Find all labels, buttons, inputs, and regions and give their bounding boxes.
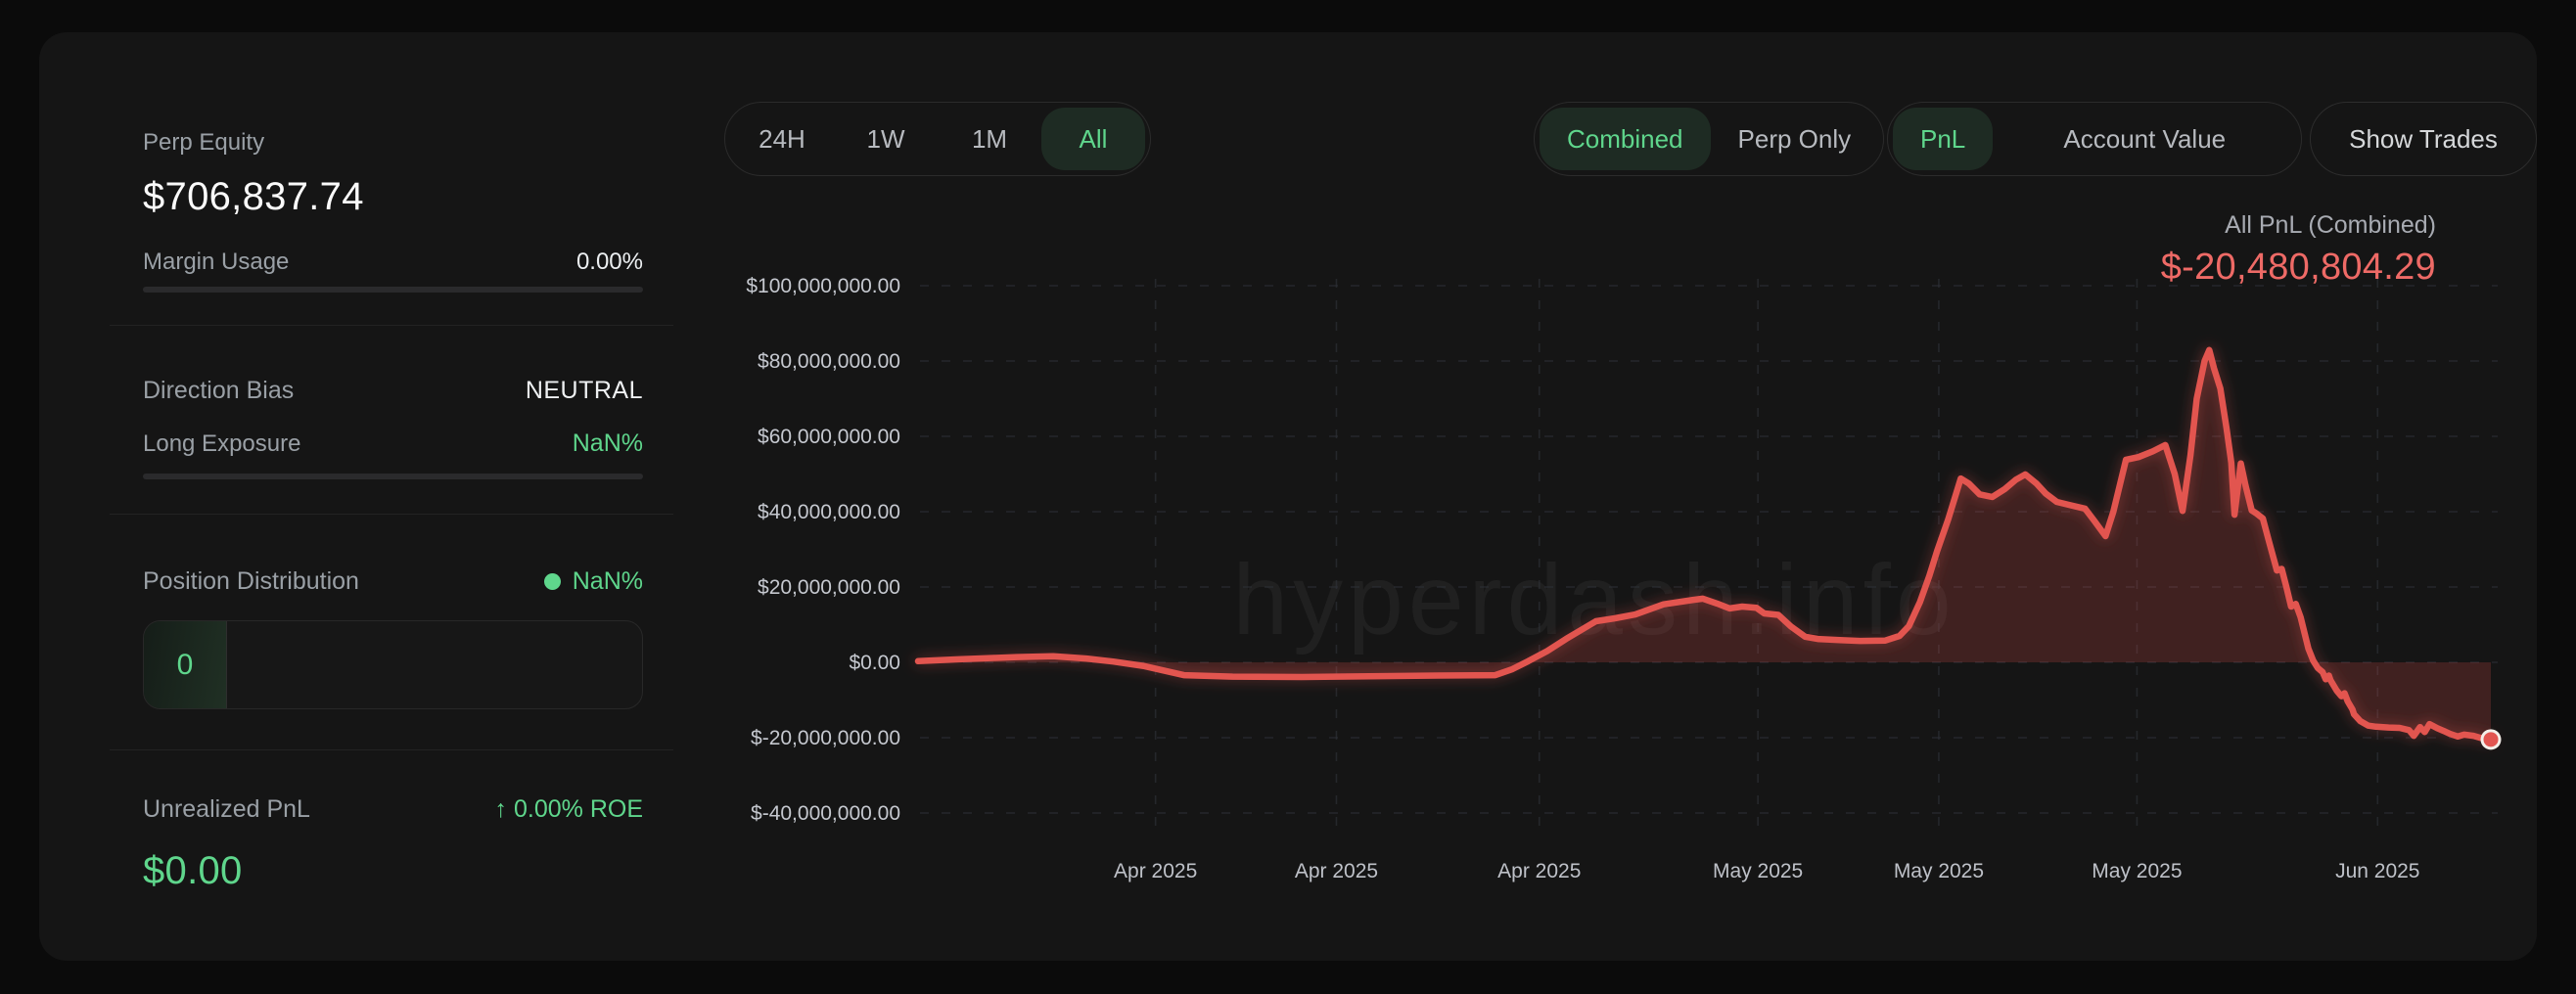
svg-text:$100,000,000.00: $100,000,000.00 [746,275,900,297]
svg-text:Apr 2025: Apr 2025 [1114,860,1197,882]
svg-text:$80,000,000.00: $80,000,000.00 [758,350,900,373]
svg-text:$20,000,000.00: $20,000,000.00 [758,576,900,599]
svg-text:$60,000,000.00: $60,000,000.00 [758,426,900,448]
svg-text:Apr 2025: Apr 2025 [1497,860,1581,882]
svg-text:May 2025: May 2025 [1894,860,1984,882]
dashboard: Perp Equity $706,837.74 Margin Usage 0.0… [0,0,2576,994]
chart-plot-area[interactable] [920,279,2498,827]
svg-text:$40,000,000.00: $40,000,000.00 [758,501,900,523]
svg-text:$0.00: $0.00 [849,652,900,674]
pnl-chart[interactable]: hyperdash.info$100,000,000.00$80,000,000… [0,0,2576,994]
svg-text:Apr 2025: Apr 2025 [1295,860,1378,882]
svg-text:$-20,000,000.00: $-20,000,000.00 [751,727,900,749]
svg-text:Jun 2025: Jun 2025 [2335,860,2419,882]
svg-text:May 2025: May 2025 [1713,860,1803,882]
svg-text:$-40,000,000.00: $-40,000,000.00 [751,802,900,825]
svg-text:May 2025: May 2025 [2092,860,2182,882]
